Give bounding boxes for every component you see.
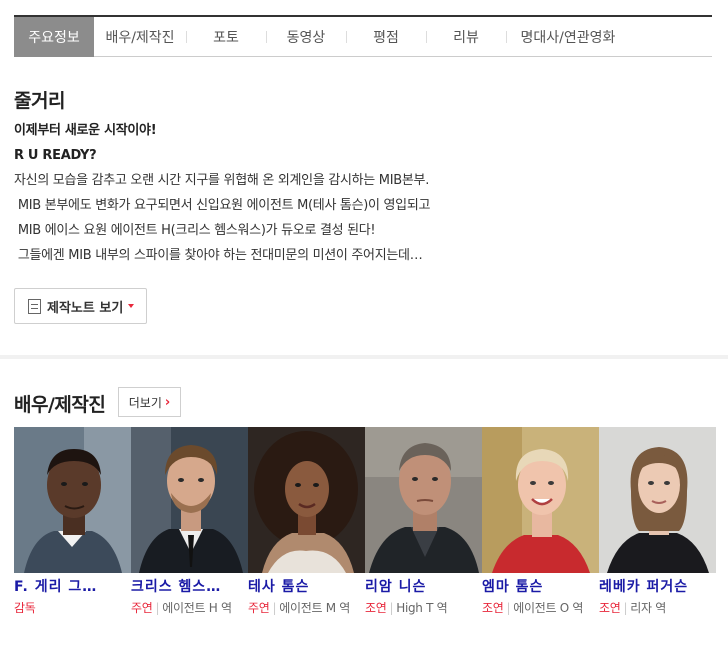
role-character: 에이전트 O 역	[513, 601, 584, 615]
person-photo[interactable]	[248, 427, 365, 573]
role-character: 에이전트 H 역	[162, 601, 232, 615]
person-name[interactable]: 엠마 톰슨	[482, 577, 599, 597]
person-name[interactable]: 테사 톰슨	[248, 577, 365, 597]
document-icon	[28, 298, 41, 314]
synopsis-line: MIB 에이스 요원 에이전트 H(크리스 헴스워스)가 듀오로 결성 된다!	[14, 223, 376, 238]
role-character: 리자 역	[630, 601, 666, 615]
person-name[interactable]: 크리스 헴스…	[131, 577, 248, 597]
role-kind: 주연	[131, 601, 153, 615]
synopsis-text: 이제부터 새로운 시작이야! R U READY? 자신의 모습을 감추고 오랜…	[14, 118, 714, 268]
role-character: High T 역	[396, 601, 448, 615]
production-note-button[interactable]: 제작노트 보기	[14, 288, 147, 324]
tab-rating[interactable]: 평점	[346, 17, 426, 57]
tab-cast-crew[interactable]: 배우/제작진	[94, 17, 186, 57]
role-kind: 주연	[248, 601, 270, 615]
tab-photo[interactable]: 포토	[186, 17, 266, 57]
person-photo[interactable]	[14, 427, 131, 573]
person-role: 감독	[14, 598, 131, 618]
person-role: 주연 | 에이전트 M 역	[248, 601, 351, 615]
synopsis-title: 줄거리	[14, 90, 65, 112]
person-name[interactable]: F. 게리 그…	[14, 577, 131, 597]
person-photo[interactable]	[131, 427, 248, 573]
tab-quotes-related[interactable]: 명대사/연관영화	[506, 17, 630, 57]
cast-section-title: 배우/제작진	[14, 394, 106, 416]
person-role: 조연 | 리자 역	[599, 601, 666, 615]
role-character: 에이전트 M 역	[279, 601, 351, 615]
cast-item[interactable]: 엠마 톰슨 조연 | 에이전트 O 역	[482, 427, 599, 618]
cast-list: F. 게리 그… 감독 크리스 헴스… 주연 | 에이전트 H 역 테사 톰슨 …	[14, 427, 716, 618]
role-kind: 조연	[482, 601, 504, 615]
role-kind: 조연	[365, 601, 387, 615]
person-role: 조연 | High T 역	[365, 601, 448, 615]
caret-down-icon	[128, 304, 135, 308]
cast-item[interactable]: 리암 니슨 조연 | High T 역	[365, 427, 482, 618]
section-divider	[0, 355, 728, 359]
synopsis-line: R U READY?	[14, 148, 97, 163]
tab-main-info[interactable]: 주요정보	[14, 17, 94, 57]
more-button[interactable]: 더보기 ›	[118, 387, 181, 417]
more-label: 더보기	[128, 395, 162, 410]
tab-review[interactable]: 리뷰	[426, 17, 506, 57]
person-photo[interactable]	[482, 427, 599, 573]
cast-item[interactable]: F. 게리 그… 감독	[14, 427, 131, 618]
synopsis-line: MIB 본부에도 변화가 요구되면서 신입요원 에이전트 M(테사 톰슨)이 영…	[14, 198, 431, 213]
chevron-right-icon: ›	[164, 394, 171, 410]
person-photo[interactable]	[599, 427, 716, 573]
cast-item[interactable]: 테사 톰슨 주연 | 에이전트 M 역	[248, 427, 365, 618]
cast-item[interactable]: 레베카 퍼거슨 조연 | 리자 역	[599, 427, 716, 618]
synopsis-line: 그들에겐 MIB 내부의 스파이를 찾아야 하는 전대미문의 미션이 주어지는데…	[14, 248, 423, 263]
tab-video[interactable]: 동영상	[266, 17, 346, 57]
role-kind: 감독	[14, 601, 36, 615]
synopsis-line: 자신의 모습을 감추고 오랜 시간 지구를 위협해 온 외계인을 감시하는 MI…	[14, 173, 430, 188]
synopsis-line: 이제부터 새로운 시작이야!	[14, 123, 157, 138]
role-kind: 조연	[599, 601, 621, 615]
person-photo[interactable]	[365, 427, 482, 573]
production-note-label: 제작노트 보기	[47, 300, 124, 316]
person-name[interactable]: 리암 니슨	[365, 577, 482, 597]
person-role: 조연 | 에이전트 O 역	[482, 601, 584, 615]
cast-item[interactable]: 크리스 헴스… 주연 | 에이전트 H 역	[131, 427, 248, 618]
tab-bar: 주요정보 배우/제작진 포토 동영상 평점 리뷰 명대사/연관영화	[14, 15, 712, 57]
person-name[interactable]: 레베카 퍼거슨	[599, 577, 716, 597]
person-role: 주연 | 에이전트 H 역	[131, 601, 232, 615]
